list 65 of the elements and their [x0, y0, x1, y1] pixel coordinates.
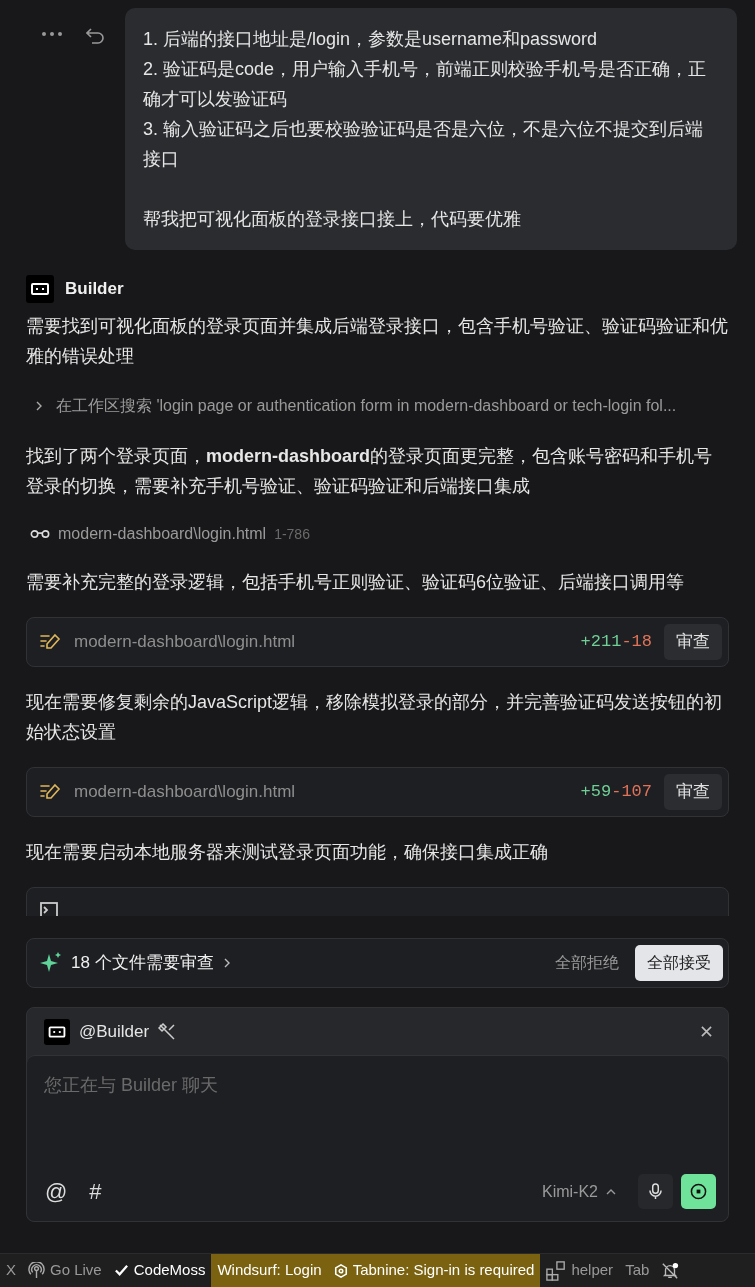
broadcast-icon — [28, 1262, 45, 1279]
caret-up-icon — [606, 1188, 616, 1195]
message-line: 3. 输入验证码之后也要校验验证码是否是六位，不是六位不提交到后端接口 — [143, 118, 704, 171]
status-label: Windsurf: Login — [217, 1260, 322, 1281]
review-button[interactable]: 审查 — [664, 774, 722, 810]
status-item[interactable]: CodeMoss — [107, 1254, 212, 1287]
added-lines-count: +211 — [580, 631, 622, 654]
added-lines-count: +59 — [580, 781, 612, 804]
status-item[interactable]: helper — [540, 1254, 620, 1287]
message-text: 找到了两个登录页面，modern-dashboard的登录页面更完整，包含账号密码和手机号登录的切换，需要补充手机号验证、验证码验证和后端接口集成 — [25, 445, 713, 498]
status-label: CodeMoss — [133, 1260, 206, 1281]
status-item[interactable]: Go Live — [22, 1254, 108, 1287]
file-link[interactable]: modern-dashboard\login.html — [74, 629, 569, 655]
check-icon — [113, 1263, 129, 1278]
composer-tool-button[interactable]: @ — [45, 1180, 68, 1203]
file-link[interactable]: modern-dashboard\login.html — [58, 522, 267, 546]
status-item[interactable]: X — [0, 1254, 22, 1287]
edit-icon — [40, 633, 62, 651]
chevron-right-icon[interactable] — [34, 401, 44, 411]
microphone-icon — [649, 1183, 662, 1200]
file-link[interactable]: modern-dashboard\login.html — [74, 779, 569, 805]
review-button[interactable]: 审查 — [664, 624, 722, 660]
terminal-icon — [40, 902, 58, 916]
search-step-text[interactable]: 在工作区搜索 'login page or authentication form in modern-dashboard or tech-login fol... — [56, 394, 677, 418]
message-line: 1. 后端的接口地址是/login，参数是username和password — [143, 28, 599, 51]
review-count-text[interactable]: 18 个文件需要审查 — [71, 950, 214, 976]
message-text: 现在需要启动本地服务器来测试登录页面功能，确保接口集成正确 — [25, 841, 549, 864]
reject-all-button[interactable]: 全部拒绝 — [547, 951, 627, 975]
status-item[interactable]: Windsurf: Login — [211, 1254, 328, 1287]
message-text: 现在需要修复剩余的JavaScript逻辑，移除模拟登录的部分，并完善验证码发送按钮的初始状态设置 — [25, 691, 724, 744]
more-icon[interactable] — [42, 32, 62, 36]
microphone-button[interactable] — [638, 1174, 673, 1209]
assistant-name: Builder — [65, 278, 124, 301]
layout-icon — [546, 1260, 567, 1281]
message-field[interactable]: 您正在与 Builder 聊天 — [44, 1070, 711, 1100]
stop-icon — [690, 1183, 707, 1200]
composer-tool-button[interactable]: # — [89, 1180, 102, 1203]
message-line: 帮我把可视化面板的登录接口接上，代码要优雅 — [143, 208, 522, 231]
hexagon-icon — [333, 1263, 348, 1278]
message-line: 2. 验证码是code，用户输入手机号，前端正则校验手机号是否正确，正确才可以发验证码 — [143, 58, 708, 111]
bot-icon — [26, 275, 54, 303]
glasses-icon — [30, 529, 50, 539]
close-icon[interactable] — [701, 1026, 712, 1037]
message-input[interactable]: 您正在与 Builder 聊天 @ # Kimi-K2 — [27, 1055, 728, 1221]
tools-icon — [158, 1022, 177, 1041]
edit-icon — [40, 783, 62, 801]
status-label: Go Live — [50, 1260, 102, 1281]
bell-off-icon[interactable] — [661, 1261, 680, 1280]
removed-lines-count: -18 — [621, 631, 652, 654]
message-text: 需要找到可视化面板的登录页面并集成后端登录接口，包含手机号验证、验证码验证和优雅的错误处理 — [25, 315, 729, 368]
status-label: Tab — [625, 1260, 650, 1281]
bot-icon — [44, 1018, 70, 1045]
undo-icon[interactable] — [86, 28, 104, 44]
status-item[interactable]: Tabnine: Sign-in is required — [327, 1254, 541, 1287]
message-text: 需要补充完整的登录逻辑，包括手机号正则验证、验证码6位验证、后端接口调用等 — [25, 571, 685, 594]
status-item[interactable]: Tab — [619, 1254, 656, 1287]
accept-all-button[interactable]: 全部接受 — [635, 945, 723, 981]
removed-lines-count: -107 — [611, 781, 652, 804]
stop-button[interactable] — [681, 1174, 716, 1209]
line-range: 1-786 — [274, 524, 310, 544]
status-label: Tabnine: Sign-in is required — [352, 1260, 535, 1281]
agent-mention: @Builder — [79, 1020, 150, 1043]
status-label: helper — [571, 1260, 614, 1281]
status-label: X — [6, 1260, 16, 1281]
model-selector[interactable]: Kimi-K2 — [542, 1179, 616, 1204]
